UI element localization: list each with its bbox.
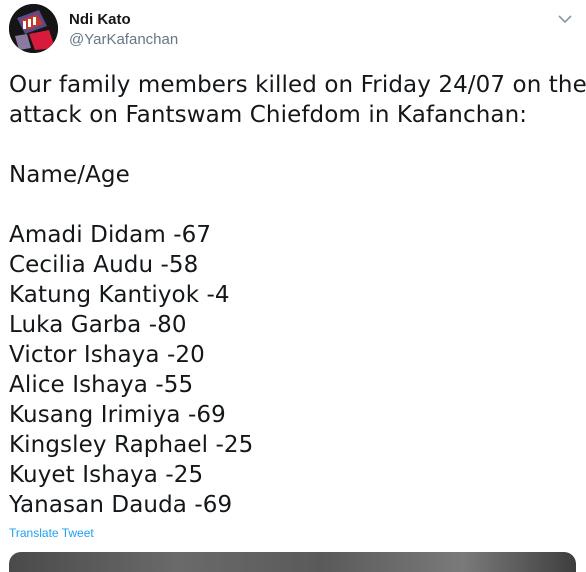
victim-entry: Amadi Didam -67 [9, 222, 212, 248]
victim-entry: Luka Garba -80 [9, 312, 187, 338]
avatar[interactable] [9, 4, 58, 53]
chevron-down-icon[interactable] [557, 12, 573, 24]
victim-entry: Cecilia Audu -58 [9, 252, 199, 278]
author-handle[interactable]: @YarKafanchan [69, 31, 178, 49]
victim-entry: Kingsley Raphael -25 [9, 432, 254, 458]
avatar-image [9, 4, 58, 53]
translate-tweet-link[interactable]: Translate Tweet [9, 526, 94, 540]
author-display-name[interactable]: Ndi Kato [69, 11, 178, 29]
victim-entry: Victor Ishaya -20 [9, 342, 205, 368]
tweet-card: Ndi Kato @YarKafanchan Our family member… [0, 0, 586, 572]
victim-entry: Alice Ishaya -55 [9, 372, 194, 398]
victim-entry: Katung Kantiyok -4 [9, 282, 230, 308]
attached-media[interactable] [9, 552, 576, 572]
tweet-intro-line: Our family members killed on Friday 24/0… [9, 72, 586, 98]
tweet-intro-line: attack on Fantswam Chiefdom in Kafanchan… [9, 102, 528, 128]
victim-entry: Kuyet Ishaya -25 [9, 462, 204, 488]
author-info: Ndi Kato @YarKafanchan [69, 11, 178, 49]
victim-entry: Kusang Irimiya -69 [9, 402, 226, 428]
list-header: Name/Age [9, 162, 130, 188]
victim-entry: Yanasan Dauda -69 [9, 492, 233, 518]
tweet-text: Our family members killed on Friday 24/0… [9, 70, 586, 520]
